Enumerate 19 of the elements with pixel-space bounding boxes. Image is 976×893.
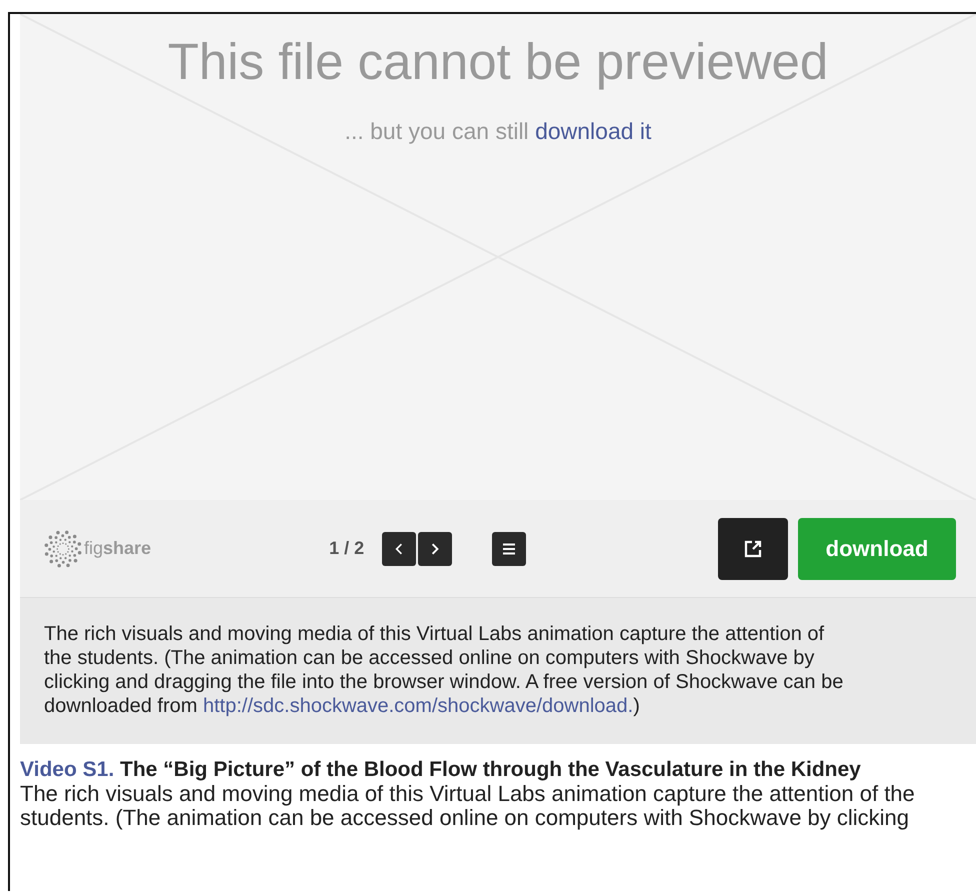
download-button[interactable]: download	[798, 518, 956, 580]
caption-heading: Video S1. The “Big Picture” of the Blood Flow through the Vasculature in the Kidney	[20, 758, 862, 782]
chevron-left-icon	[395, 542, 404, 554]
open-external-button[interactable]	[718, 518, 788, 580]
spiral-logo-icon	[44, 530, 82, 568]
menu-icon	[503, 542, 516, 554]
preview-title: This file cannot be previewed	[166, 32, 830, 92]
shockwave-link[interactable]: http://sdc.shockwave.com/shockwave/download.	[202, 695, 634, 717]
description-text: The rich visuals and moving media of this Virtual Labs animation capture the attention of the students. (The animation can be accessed online on computers with Shockwave by clicking and dragging the file into the browser window. A free version of Shockwave can be downloaded from http://sdc.shockwave.com/shockwave/download.)	[44, 622, 844, 718]
brand-name: figshare	[84, 538, 152, 559]
previous-button[interactable]	[382, 532, 416, 566]
page-counter: 1 / 2	[329, 538, 364, 559]
caption-text: The rich visuals and moving media of this Virtual Labs animation capture the attention of the students. (The animation can be accessed online on computers with Shockwave by clicking	[20, 782, 916, 830]
external-link-icon	[743, 538, 763, 558]
next-button[interactable]	[418, 532, 452, 566]
preview-subtitle: ... but you can still	[344, 118, 529, 144]
download-link[interactable]: download it	[535, 118, 652, 144]
chevron-right-icon	[431, 542, 440, 554]
menu-button[interactable]	[492, 532, 526, 566]
